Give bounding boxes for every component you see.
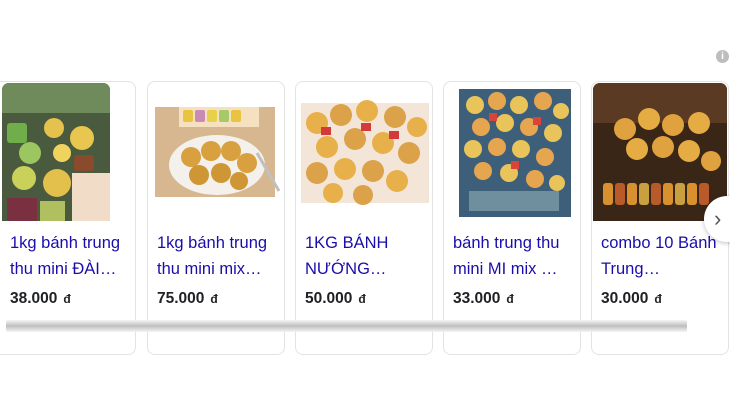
chevron-right-icon: › <box>714 206 722 231</box>
product-title[interactable]: 1kg bánh trung thu mini ĐÀI… <box>10 230 135 282</box>
product-image[interactable] <box>593 83 727 221</box>
product-image[interactable] <box>2 83 110 221</box>
product-card[interactable]: 1kg bánh trung thu mini mix… 75.000 đ <box>147 81 285 355</box>
product-price: 75.000 đ <box>157 290 218 308</box>
product-title[interactable]: 1kg bánh trung thu mini mix… <box>157 230 281 282</box>
price-value: 38.000 <box>10 290 58 307</box>
product-price: 50.000 đ <box>305 290 366 308</box>
product-image[interactable] <box>149 83 283 221</box>
product-price: 38.000 đ <box>10 290 71 308</box>
product-carousel: 1kg bánh trung thu mini ĐÀI… 38.000 đ 1k… <box>0 81 730 357</box>
product-image[interactable] <box>297 83 431 221</box>
product-card[interactable]: 1KG BÁNH NƯỚNG… 50.000 đ <box>295 81 433 355</box>
product-price: 33.000 đ <box>453 290 514 308</box>
currency-symbol: đ <box>506 292 514 306</box>
product-title[interactable]: combo 10 Bánh Trung… <box>601 230 725 282</box>
currency-symbol: đ <box>210 292 218 306</box>
price-value: 50.000 <box>305 290 353 307</box>
price-value: 33.000 <box>453 290 501 307</box>
currency-symbol: đ <box>654 292 662 306</box>
product-card[interactable]: 1kg bánh trung thu mini ĐÀI… 38.000 đ <box>0 81 136 355</box>
info-icon[interactable]: i <box>716 50 729 63</box>
price-value: 30.000 <box>601 290 649 307</box>
currency-symbol: đ <box>63 292 71 306</box>
currency-symbol: đ <box>358 292 366 306</box>
product-price: 30.000 đ <box>601 290 662 308</box>
product-card[interactable]: bánh trung thu mini MI mix … 33.000 đ <box>443 81 581 355</box>
horizontal-scrollbar[interactable] <box>6 320 687 332</box>
product-title[interactable]: 1KG BÁNH NƯỚNG… <box>305 230 429 282</box>
product-title[interactable]: bánh trung thu mini MI mix … <box>453 230 577 282</box>
price-value: 75.000 <box>157 290 205 307</box>
product-image[interactable] <box>445 83 579 221</box>
